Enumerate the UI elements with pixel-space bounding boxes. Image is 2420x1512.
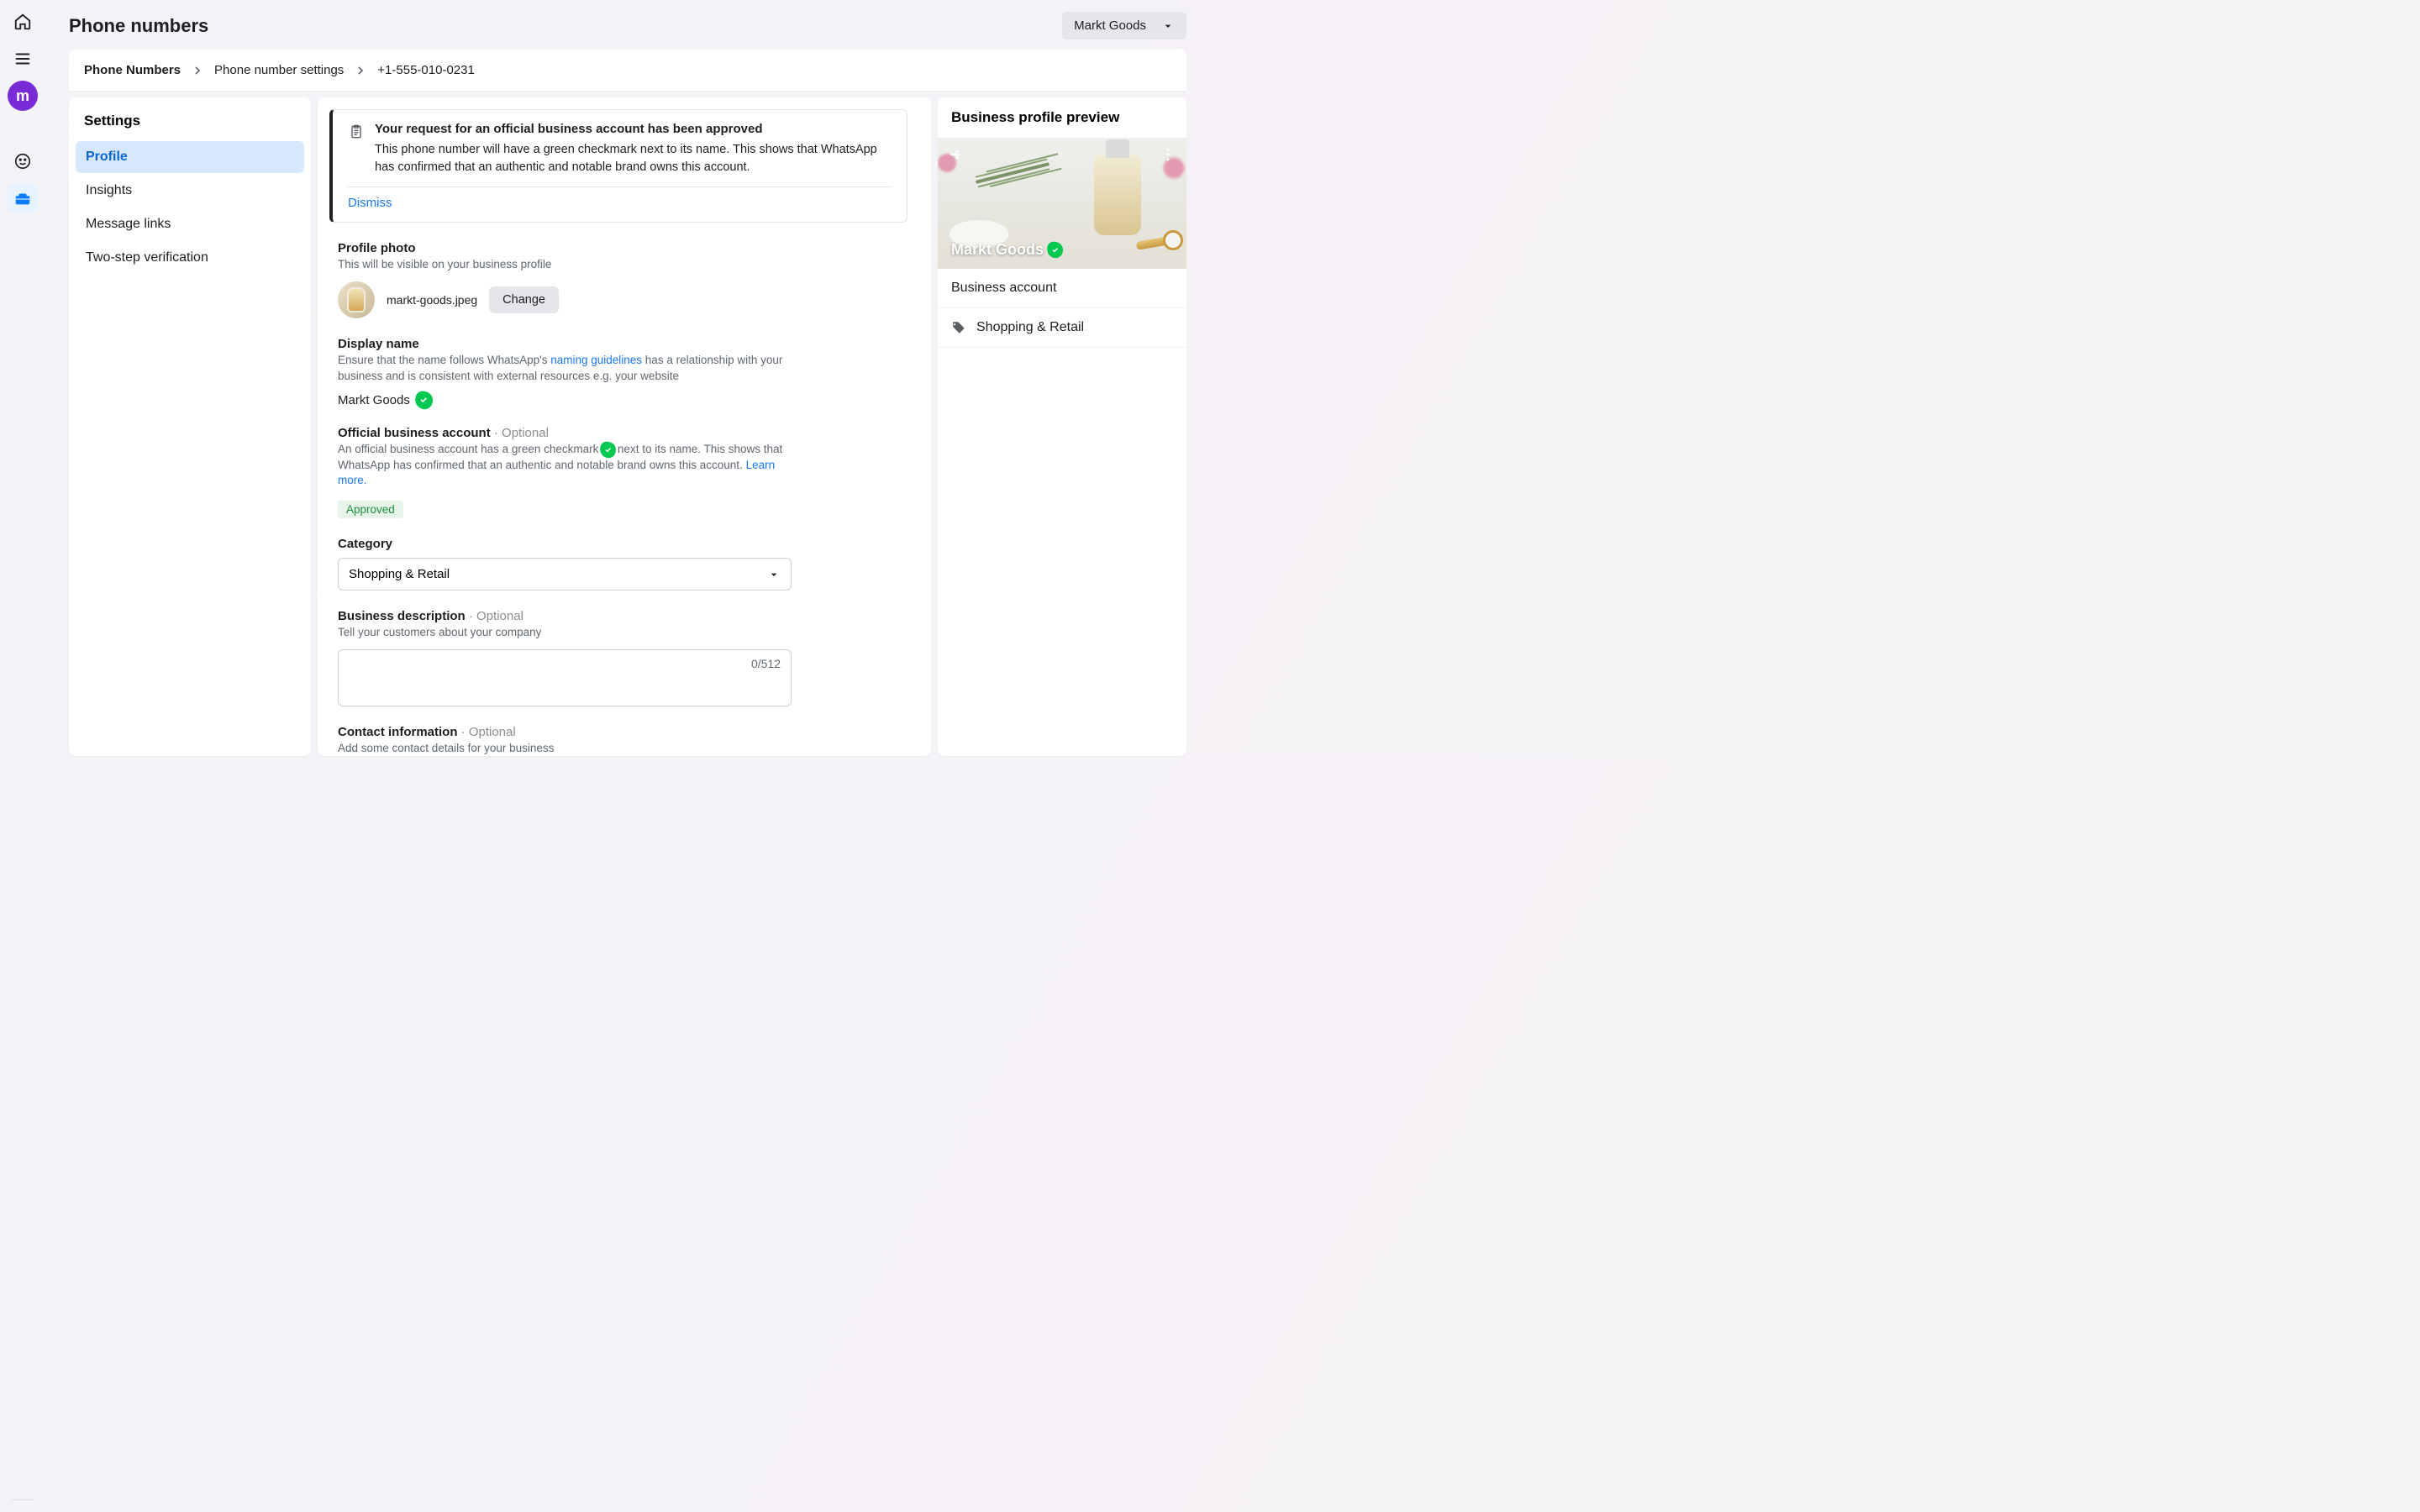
settings-item-profile[interactable]: Profile — [76, 141, 304, 173]
caret-down-icon — [767, 568, 781, 581]
breadcrumb-leaf: +1-555-010-0231 — [377, 63, 475, 77]
notice-title: Your request for an official business ac… — [375, 122, 892, 136]
display-name-help: Ensure that the name follows WhatsApp's … — [338, 353, 792, 385]
display-name-value: Markt Goods — [338, 393, 410, 407]
tag-icon — [951, 320, 966, 335]
breadcrumb: Phone Numbers Phone number settings +1-5… — [69, 50, 1186, 91]
verified-badge-icon — [602, 444, 614, 456]
nav-menu[interactable] — [8, 44, 38, 74]
preview-hero-image: Markt Goods — [938, 138, 1186, 269]
change-photo-button[interactable]: Change — [489, 286, 559, 313]
preview-category: Shopping & Retail — [976, 320, 1084, 335]
approval-notice: Your request for an official business ac… — [329, 109, 908, 223]
nav-face[interactable] — [8, 146, 38, 176]
section-display-name: Display name Ensure that the name follow… — [338, 337, 792, 407]
optional-tag: · Optional — [458, 725, 516, 739]
toolbox-icon — [13, 189, 32, 207]
preview-panel: Business profile preview Markt Goods — [938, 97, 1186, 756]
more-icon[interactable] — [1160, 146, 1176, 167]
chevron-right-icon — [354, 64, 367, 77]
nav-home[interactable] — [8, 7, 38, 37]
preview-business-name: Markt Goods — [951, 241, 1044, 259]
main-content: Your request for an official business ac… — [318, 97, 931, 756]
smiley-icon — [13, 152, 32, 171]
page-title: Phone numbers — [69, 15, 208, 37]
settings-title: Settings — [76, 109, 304, 141]
left-nav-rail: m — [0, 0, 45, 1512]
profile-photo-help: This will be visible on your business pr… — [338, 257, 792, 273]
preview-account-type: Business account — [951, 281, 1056, 296]
char-counter: 0/512 — [751, 657, 781, 670]
profile-photo-thumbnail — [338, 281, 375, 318]
section-description: Business description · Optional Tell you… — [338, 609, 792, 706]
settings-item-message-links[interactable]: Message links — [76, 208, 304, 240]
category-select[interactable]: Shopping & Retail — [338, 558, 792, 591]
chevron-right-icon — [191, 64, 204, 77]
section-contact: Contact information · Optional Add some … — [338, 725, 792, 756]
naming-guidelines-link[interactable]: naming guidelines — [550, 354, 642, 366]
notice-body: This phone number will have a green chec… — [375, 141, 892, 176]
preview-category-row: Shopping & Retail — [938, 308, 1186, 348]
contact-help: Add some contact details for your busine… — [338, 741, 792, 756]
account-selector-label: Markt Goods — [1074, 18, 1146, 33]
settings-item-two-step[interactable]: Two-step verification — [76, 242, 304, 274]
description-textarea[interactable]: 0/512 — [338, 649, 792, 706]
description-label: Business description · Optional — [338, 609, 792, 623]
official-account-label: Official business account · Optional — [338, 426, 792, 440]
contact-label: Contact information · Optional — [338, 725, 792, 739]
description-help: Tell your customers about your company — [338, 625, 792, 641]
home-icon — [13, 13, 32, 31]
display-name-label: Display name — [338, 337, 792, 351]
preview-account-type-row: Business account — [938, 269, 1186, 308]
hamburger-icon — [13, 50, 32, 68]
category-value: Shopping & Retail — [349, 567, 450, 581]
profile-photo-filename: markt-goods.jpeg — [387, 293, 477, 307]
nav-toolbox[interactable] — [8, 183, 38, 213]
category-label: Category — [338, 537, 792, 551]
clipboard-icon — [348, 123, 365, 140]
verified-badge-icon — [417, 393, 431, 407]
section-category: Category Shopping & Retail — [338, 537, 792, 591]
dismiss-button[interactable]: Dismiss — [348, 196, 892, 210]
optional-tag: · Optional — [491, 426, 549, 440]
rail-separator — [12, 1499, 34, 1500]
verified-badge-icon — [1049, 244, 1061, 256]
breadcrumb-root[interactable]: Phone Numbers — [84, 63, 181, 77]
section-official-account: Official business account · Optional An … — [338, 426, 792, 519]
approval-status-badge: Approved — [338, 501, 403, 518]
official-account-help: An official business account has a green… — [338, 442, 792, 490]
nav-brand[interactable]: m — [8, 81, 38, 111]
section-profile-photo: Profile photo This will be visible on yo… — [338, 241, 792, 318]
caret-down-icon — [1161, 19, 1175, 33]
preview-title: Business profile preview — [938, 97, 1186, 138]
settings-item-insights[interactable]: Insights — [76, 175, 304, 207]
account-selector[interactable]: Markt Goods — [1062, 12, 1186, 39]
breadcrumb-mid[interactable]: Phone number settings — [214, 63, 344, 77]
settings-sidebar: Settings Profile Insights Message links … — [69, 97, 311, 756]
back-icon[interactable] — [948, 146, 965, 167]
optional-tag: · Optional — [466, 609, 523, 623]
profile-photo-label: Profile photo — [338, 241, 792, 255]
